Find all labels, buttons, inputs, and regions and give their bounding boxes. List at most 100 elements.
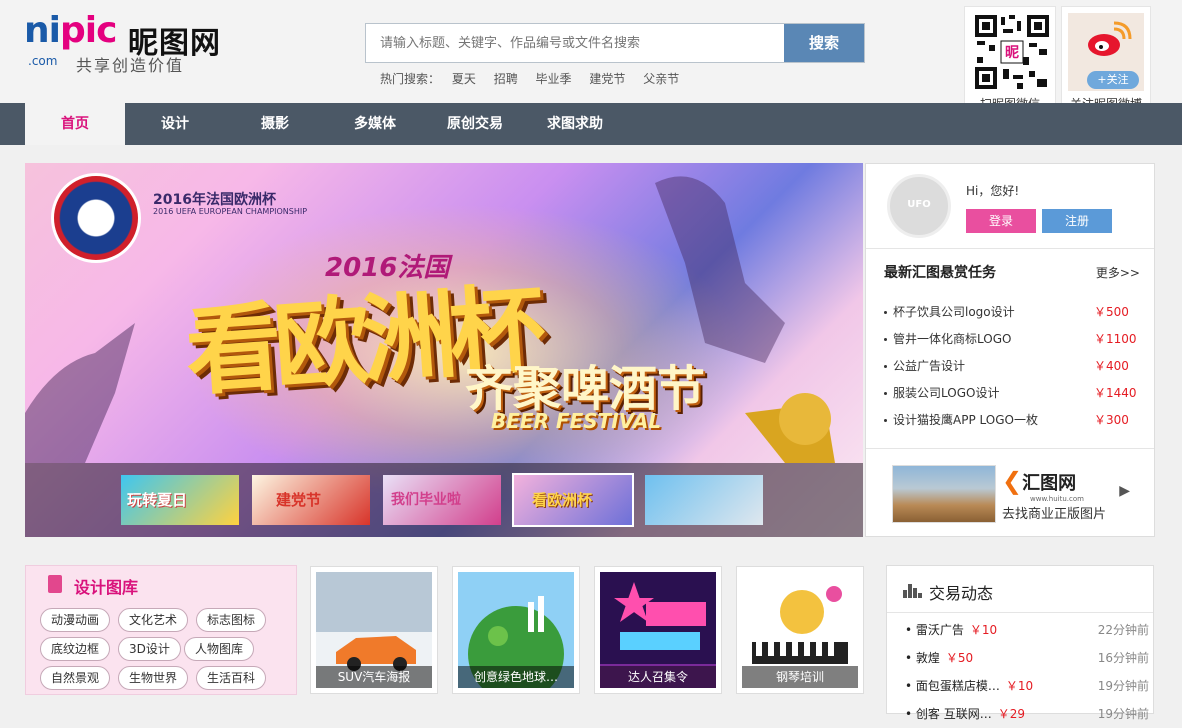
gallery-item[interactable]: SUV汽车海报: [310, 566, 438, 694]
search-box: 搜索: [365, 23, 865, 63]
trade-panel: 交易动态 • 雷沃广告 ￥10 22分钟前 • 敦煌 ￥50 16分钟前 • 面包蛋糕店…: [886, 565, 1154, 721]
banner-thumb[interactable]: 看欧洲杯: [512, 473, 634, 527]
huitu-text: 去找商业正版图片: [1002, 507, 1107, 522]
trade-price: ￥29: [997, 707, 1026, 721]
search-input[interactable]: [366, 24, 784, 62]
task-price: ￥500: [1094, 305, 1129, 319]
bullet-icon: [884, 419, 887, 422]
task-name: 服装公司LOGO设计: [893, 386, 1000, 400]
hot-search-label: 热门搜索：: [380, 72, 441, 86]
library-tag[interactable]: 文化艺术: [118, 608, 189, 632]
hot-search-item[interactable]: 毕业季: [536, 72, 572, 86]
trade-price: ￥50: [945, 651, 974, 665]
nav-item-multimedia[interactable]: 多媒体: [325, 103, 425, 145]
bar-chart-icon: [903, 584, 922, 598]
task-more-link[interactable]: 更多>>: [1096, 264, 1140, 281]
nav-item-home[interactable]: 首页: [25, 103, 125, 145]
search-button[interactable]: 搜索: [784, 24, 864, 62]
gallery-image: 创意绿色地球…: [458, 572, 574, 688]
login-button[interactable]: 登录: [966, 209, 1036, 233]
trade-name: 创客 互联网…: [915, 707, 992, 721]
wechat-qr-card[interactable]: 昵 扫昵图微信: [964, 6, 1056, 111]
library-tag[interactable]: 底纹边框: [40, 637, 111, 661]
gallery-item[interactable]: 创意绿色地球…: [452, 566, 580, 694]
task-item[interactable]: 服装公司LOGO设计 ￥1440: [884, 380, 1144, 407]
trade-item[interactable]: • 敦煌 ￥50 16分钟前: [905, 644, 1149, 672]
huitu-swirl-icon: ❮: [1002, 467, 1023, 495]
gallery-item[interactable]: 钢琴培训: [736, 566, 864, 694]
huitu-promo-image: [892, 465, 996, 523]
nav-item-help[interactable]: 求图求助: [525, 103, 625, 145]
trade-item[interactable]: • 面包蛋糕店模… ￥10 19分钟前: [905, 672, 1149, 700]
nav-item-design[interactable]: 设计: [125, 103, 225, 145]
library-tag[interactable]: 生活百科: [196, 666, 267, 690]
task-item[interactable]: 公益广告设计 ￥400: [884, 353, 1144, 380]
task-item[interactable]: 杯子饮具公司logo设计 ￥500: [884, 299, 1144, 326]
weibo-follow-button[interactable]: +关注: [1087, 71, 1139, 89]
user-sidebar: UFO Hi，您好! 登录 注册 最新汇图悬赏任务 更多>> 杯子饮具公司log…: [865, 163, 1155, 537]
task-price: ￥1100: [1094, 332, 1137, 346]
library-title: 设计图库: [74, 578, 139, 597]
qr-code-icon: 昵: [973, 13, 1051, 91]
header: nipic 昵图网 .com 共享创造价值 搜索 热门搜索： 夏天 招聘 毕业季…: [0, 0, 1182, 111]
greeting: Hi，您好!: [966, 184, 1020, 198]
register-button[interactable]: 注册: [1042, 209, 1112, 233]
weibo-icon: [1088, 21, 1132, 56]
banner-thumb[interactable]: 建党节: [250, 473, 372, 527]
task-price: ￥400: [1094, 359, 1129, 373]
bullet-icon: [884, 311, 887, 314]
gallery-image: SUV汽车海报: [316, 572, 432, 688]
gallery-caption: 钢琴培训: [742, 666, 858, 688]
weibo-card[interactable]: +关注 关注昵图微博: [1061, 6, 1151, 111]
trade-time: 19分钟前: [1097, 679, 1149, 693]
bullet-icon: [884, 338, 887, 341]
hot-search-item[interactable]: 父亲节: [643, 72, 679, 86]
trade-item[interactable]: • 雷沃广告 ￥10 22分钟前: [905, 616, 1149, 644]
divider: [866, 248, 1154, 249]
gallery-item[interactable]: 达人召集令: [594, 566, 722, 694]
banner-thumb-text: 玩转夏日: [127, 491, 188, 509]
banner-thumb[interactable]: 我们毕业啦: [381, 473, 503, 527]
banner-thumb[interactable]: 玩转夏日: [119, 473, 241, 527]
library-tag[interactable]: 标志图标: [196, 608, 267, 632]
huitu-logo-sub: www.huitu.com: [1030, 495, 1084, 503]
avatar[interactable]: UFO: [887, 174, 951, 238]
trade-time: 22分钟前: [1097, 623, 1149, 637]
library-tag[interactable]: 3D设计: [118, 637, 181, 661]
library-tag[interactable]: 人物图库: [184, 637, 255, 661]
library-tag[interactable]: 生物世界: [118, 666, 189, 690]
gallery-image: 钢琴培训: [742, 572, 858, 688]
trade-item[interactable]: • 创客 互联网… ￥29 19分钟前: [905, 700, 1149, 728]
trade-title: 交易动态: [929, 584, 994, 603]
trade-time: 19分钟前: [1097, 707, 1149, 721]
huitu-promo[interactable]: ❮汇图网 www.huitu.com 去找商业正版图片 ▶: [866, 448, 1154, 538]
banner-subtitle-en: 2016 UEFA EUROPEAN CHAMPIONSHIP: [153, 207, 308, 216]
library-tag[interactable]: 自然景观: [40, 666, 111, 690]
chevron-right-icon[interactable]: ▶: [1119, 483, 1130, 499]
banner-thumb-image: 我们毕业啦: [383, 475, 501, 525]
gallery-caption: 创意绿色地球…: [458, 666, 574, 688]
huitu-logo: ❮汇图网 www.huitu.com: [1002, 467, 1084, 503]
nav-item-original-trade[interactable]: 原创交易: [425, 103, 525, 145]
task-name: 杯子饮具公司logo设计: [893, 305, 1015, 319]
hot-search: 热门搜索： 夏天 招聘 毕业季 建党节 父亲节: [380, 70, 693, 87]
banner-thumb-text: 建党节: [276, 491, 322, 509]
task-item[interactable]: 管井一体化商标LOGO ￥1100: [884, 326, 1144, 353]
banner-subtitle: 2016年法国欧洲杯: [153, 192, 276, 208]
library-tag[interactable]: 动漫动画: [40, 608, 111, 632]
hero-banner[interactable]: 2016年法国欧洲杯 2016 UEFA EUROPEAN CHAMPIONSH…: [25, 163, 863, 537]
site-logo[interactable]: nipic 昵图网 .com 共享创造价值: [24, 10, 234, 75]
task-name: 设计猫投鹰APP LOGO一枚: [893, 413, 1038, 427]
euro-cup-badge: [51, 173, 141, 263]
hot-search-item[interactable]: 建党节: [589, 72, 625, 86]
task-price: ￥300: [1094, 413, 1129, 427]
main-nav: 首页 设计 摄影 多媒体 原创交易 求图求助: [0, 103, 1182, 145]
banner-thumb[interactable]: [643, 473, 765, 527]
task-item[interactable]: 设计猫投鹰APP LOGO一枚 ￥300: [884, 407, 1144, 434]
banner-thumbnail-strip: 玩转夏日 建党节 我们毕业啦 看欧洲杯: [25, 463, 863, 537]
hot-search-item[interactable]: 夏天: [452, 72, 476, 86]
task-name: 管井一体化商标LOGO: [893, 332, 1012, 346]
nav-item-photo[interactable]: 摄影: [225, 103, 325, 145]
banner-title-en: BEER FESTIVAL: [491, 409, 662, 433]
hot-search-item[interactable]: 招聘: [494, 72, 518, 86]
